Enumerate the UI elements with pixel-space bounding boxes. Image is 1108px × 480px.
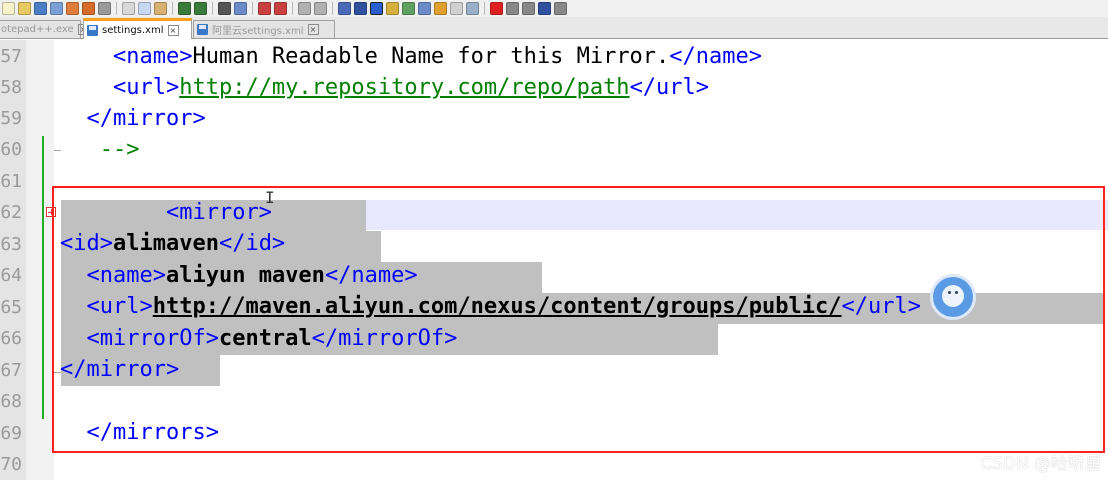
zoom-in-icon[interactable] <box>258 2 271 15</box>
undo-icon[interactable] <box>178 2 191 15</box>
tab-bar: otepad++.exe × settings.xml × 阿里云setting… <box>0 17 1108 39</box>
code-line[interactable]: </mirror> <box>60 103 206 134</box>
xml-open-tag: <url> <box>112 75 180 100</box>
close-icon[interactable] <box>66 2 79 15</box>
floating-assistant-icon[interactable] <box>930 274 976 320</box>
line-number-gutter: 57 58 59 60 61 62 63 64 65 66 67 68 69 7… <box>0 40 26 480</box>
redo-icon[interactable] <box>194 2 207 15</box>
user-lang-icon[interactable] <box>386 2 399 15</box>
find-icon[interactable] <box>218 2 231 15</box>
print-icon[interactable] <box>98 2 111 15</box>
play-macro-icon[interactable] <box>522 2 535 15</box>
assistant-eye <box>955 291 958 294</box>
line-number: 62 <box>0 202 22 223</box>
line-number: 58 <box>0 77 22 98</box>
xml-comment-end: --> <box>99 137 140 162</box>
assistant-face <box>942 285 964 307</box>
assistant-eye <box>948 291 951 294</box>
annotation-highlight-box <box>52 186 1105 453</box>
save-macro-icon[interactable] <box>554 2 567 15</box>
open-file-icon[interactable] <box>18 2 31 15</box>
toolbar-separator <box>292 2 293 15</box>
code-line[interactable]: <name>Human Readable Name for this Mirro… <box>60 41 762 72</box>
line-number: 69 <box>0 423 22 444</box>
close-all-icon[interactable] <box>82 2 95 15</box>
zoom-out-icon[interactable] <box>274 2 287 15</box>
tab-aliyun-settings-xml[interactable]: 阿里云settings.xml × <box>193 20 335 38</box>
xml-text: Human Readable Name for this Mirror. <box>192 44 670 69</box>
url-link[interactable]: http://my.repository.com/repo/path <box>179 75 629 100</box>
xml-close-tag: </mirror> <box>86 106 206 131</box>
tab-notepad-exe[interactable]: otepad++.exe × <box>0 20 89 38</box>
doc-monitor-icon[interactable] <box>450 2 463 15</box>
line-number: 59 <box>0 108 22 129</box>
text-cursor-icon: I <box>265 188 275 207</box>
line-number: 67 <box>0 360 22 381</box>
replace-icon[interactable] <box>234 2 247 15</box>
save-icon[interactable] <box>34 2 47 15</box>
code-line[interactable]: --> <box>60 134 140 165</box>
tab-settings-xml[interactable]: settings.xml × <box>83 18 192 39</box>
xml-close-tag: </name> <box>669 44 763 69</box>
toolbar-separator <box>484 2 485 15</box>
new-file-icon[interactable] <box>2 2 15 15</box>
xml-close-tag: </url> <box>629 75 710 100</box>
line-number: 70 <box>0 454 22 475</box>
save-icon <box>197 24 208 35</box>
stop-macro-icon[interactable] <box>506 2 519 15</box>
line-number: 57 <box>0 46 22 67</box>
xml-open-tag: <name> <box>112 44 193 69</box>
save-icon <box>87 24 98 36</box>
tab-label: 阿里云settings.xml <box>212 26 304 37</box>
save-all-icon[interactable] <box>50 2 63 15</box>
paste-icon[interactable] <box>154 2 167 15</box>
toolbar-separator <box>332 2 333 15</box>
line-number: 64 <box>0 265 22 286</box>
tab-label: settings.xml <box>102 24 164 36</box>
tab-label: otepad++.exe <box>1 24 74 35</box>
toolbar-separator <box>116 2 117 15</box>
line-number: 61 <box>0 171 22 192</box>
line-number: 68 <box>0 391 22 412</box>
function-list-icon[interactable] <box>418 2 431 15</box>
fold-margin[interactable] <box>26 40 54 480</box>
toolbar-separator <box>172 2 173 15</box>
code-line[interactable]: <url>http://my.repository.com/repo/path<… <box>60 72 709 103</box>
toolbar-separator <box>252 2 253 15</box>
watermark: CSDN @哈听星 <box>980 454 1102 474</box>
line-number: 65 <box>0 297 22 318</box>
fold-range-line <box>42 136 44 419</box>
play-multiple-macro-icon[interactable] <box>538 2 551 15</box>
toolbar <box>0 0 1108 17</box>
doc-map-icon[interactable] <box>402 2 415 15</box>
wrap-icon[interactable] <box>338 2 351 15</box>
show-all-chars-icon[interactable] <box>354 2 367 15</box>
close-icon[interactable]: × <box>307 24 319 35</box>
line-number: 60 <box>0 139 22 160</box>
toolbar-separator <box>212 2 213 15</box>
eye-icon[interactable] <box>466 2 479 15</box>
indent-guide-icon[interactable] <box>370 2 383 15</box>
folder-workspace-icon[interactable] <box>434 2 447 15</box>
record-macro-icon[interactable] <box>490 2 503 15</box>
line-number: 63 <box>0 234 22 255</box>
copy-icon[interactable] <box>138 2 151 15</box>
sync-vertical-icon[interactable] <box>298 2 311 15</box>
close-icon[interactable]: × <box>167 24 179 36</box>
cut-icon[interactable] <box>122 2 135 15</box>
sync-horizontal-icon[interactable] <box>314 2 327 15</box>
line-number: 66 <box>0 328 22 349</box>
